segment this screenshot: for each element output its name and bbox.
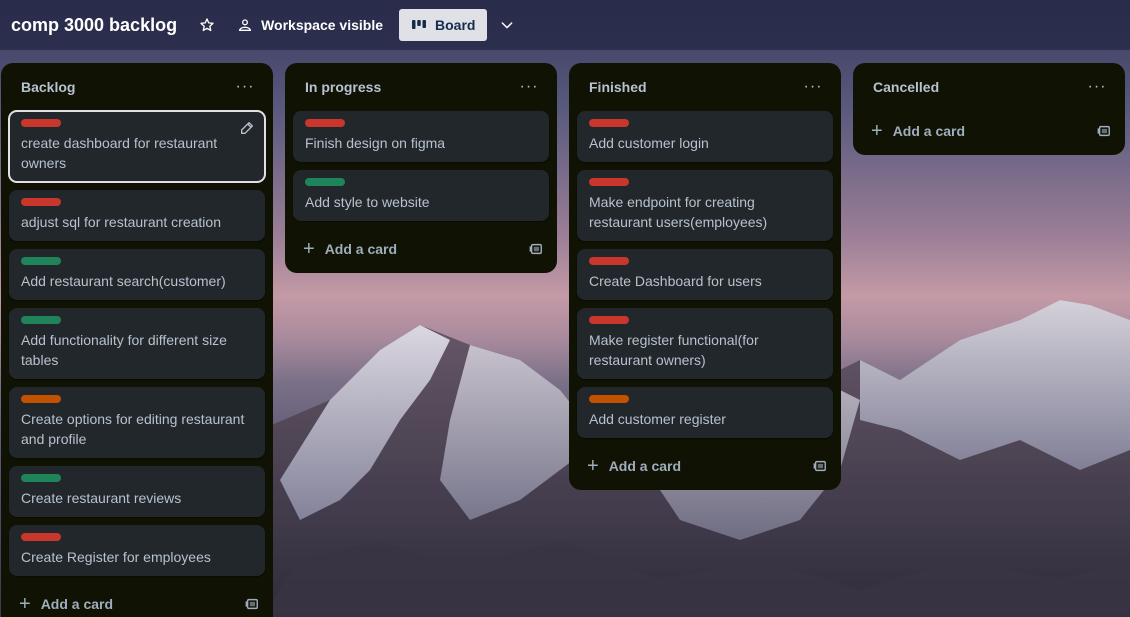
- card-label-red: [21, 119, 61, 127]
- plus-icon: +: [587, 455, 599, 477]
- card[interactable]: create dashboard for restaurant owners: [8, 110, 266, 183]
- card-label-green: [21, 474, 61, 482]
- add-card-label: Add a card: [608, 458, 682, 474]
- chevron-down-icon: [502, 22, 513, 29]
- card-label-green: [21, 316, 61, 324]
- card[interactable]: Add functionality for different size tab…: [9, 308, 265, 379]
- star-icon: [200, 18, 214, 32]
- plus-icon: +: [303, 238, 315, 260]
- card-template-icon[interactable]: [813, 459, 827, 473]
- card-label-green: [21, 257, 61, 265]
- plus-icon: +: [871, 120, 883, 142]
- card[interactable]: Make endpoint for creating restaurant us…: [577, 170, 833, 241]
- list-menu-button[interactable]: ···: [513, 71, 545, 103]
- card[interactable]: adjust sql for restaurant creation: [9, 190, 265, 241]
- card-label-red: [21, 533, 61, 541]
- pencil-icon[interactable]: [239, 120, 255, 136]
- card-title: Make endpoint for creating restaurant us…: [589, 194, 768, 230]
- card-label-red: [589, 316, 629, 324]
- card-label-red: [305, 119, 345, 127]
- card-title: Create restaurant reviews: [21, 490, 182, 506]
- card-title: Add functionality for different size tab…: [21, 332, 227, 368]
- people-icon: [238, 19, 252, 31]
- card-template-icon[interactable]: [245, 597, 259, 611]
- board-icon: [412, 20, 426, 29]
- card[interactable]: Add style to website: [293, 170, 549, 221]
- list-menu-button[interactable]: ···: [797, 71, 829, 103]
- card-title: Add style to website: [305, 194, 430, 210]
- board-view-button[interactable]: Board: [399, 9, 488, 41]
- add-card-button[interactable]: + Add a card: [303, 238, 398, 260]
- add-card-button[interactable]: + Add a card: [587, 455, 682, 477]
- add-card-label: Add a card: [40, 596, 114, 612]
- card-label-red: [589, 178, 629, 186]
- card-label-red: [21, 198, 61, 206]
- card-title: adjust sql for restaurant creation: [21, 214, 221, 230]
- card-label-red: [589, 119, 629, 127]
- card-title: Create options for editing restaurant an…: [21, 411, 245, 447]
- card-template-icon[interactable]: [1097, 124, 1111, 138]
- star-button[interactable]: [191, 9, 223, 41]
- visibility-label: Workspace visible: [261, 17, 383, 33]
- list-title[interactable]: Backlog: [21, 79, 75, 95]
- card-title: Finish design on figma: [305, 135, 446, 151]
- card-title: Create Register for employees: [21, 549, 211, 565]
- card[interactable]: Add restaurant search(customer): [9, 249, 265, 300]
- card[interactable]: Finish design on figma: [293, 111, 549, 162]
- card-title: Add restaurant search(customer): [21, 273, 226, 289]
- card[interactable]: Add customer login: [577, 111, 833, 162]
- list-backlog: Backlog ··· create dashboard for restaur…: [1, 63, 273, 617]
- list-cancelled: Cancelled ··· + Add a card: [853, 63, 1125, 155]
- card[interactable]: Create Register for employees: [9, 525, 265, 576]
- visibility-button[interactable]: Workspace visible: [227, 9, 393, 41]
- card-label-red: [589, 257, 629, 265]
- card-label-orange: [589, 395, 629, 403]
- card-label-green: [305, 178, 345, 186]
- card[interactable]: Add customer register: [577, 387, 833, 438]
- card[interactable]: Create Dashboard for users: [577, 249, 833, 300]
- card-label-orange: [21, 395, 61, 403]
- card-title: Add customer register: [589, 411, 726, 427]
- view-switcher-button[interactable]: [491, 9, 523, 41]
- list-title[interactable]: Cancelled: [873, 79, 939, 95]
- add-card-button[interactable]: + Add a card: [871, 120, 966, 142]
- add-card-label: Add a card: [324, 241, 398, 257]
- card-title: Add customer login: [589, 135, 709, 151]
- list-in-progress: In progress ··· Finish design on figma A…: [285, 63, 557, 273]
- plus-icon: +: [19, 593, 31, 615]
- board-header: comp 3000 backlog Workspace visible Boar…: [0, 0, 1130, 50]
- card[interactable]: Make register functional(for restaurant …: [577, 308, 833, 379]
- card[interactable]: Create options for editing restaurant an…: [9, 387, 265, 458]
- card-template-icon[interactable]: [529, 242, 543, 256]
- card-title: Create Dashboard for users: [589, 273, 762, 289]
- list-title[interactable]: Finished: [589, 79, 647, 95]
- list-finished: Finished ··· Add customer login Make end…: [569, 63, 841, 490]
- list-menu-button[interactable]: ···: [1081, 71, 1113, 103]
- list-menu-button[interactable]: ···: [229, 71, 261, 103]
- add-card-button[interactable]: + Add a card: [19, 593, 114, 615]
- board-view-label: Board: [435, 17, 476, 33]
- add-card-label: Add a card: [892, 123, 966, 139]
- card-title: create dashboard for restaurant owners: [21, 135, 218, 171]
- card[interactable]: Create restaurant reviews: [9, 466, 265, 517]
- card-title: Make register functional(for restaurant …: [589, 332, 759, 368]
- board-title[interactable]: comp 3000 backlog: [11, 15, 177, 36]
- list-title[interactable]: In progress: [305, 79, 381, 95]
